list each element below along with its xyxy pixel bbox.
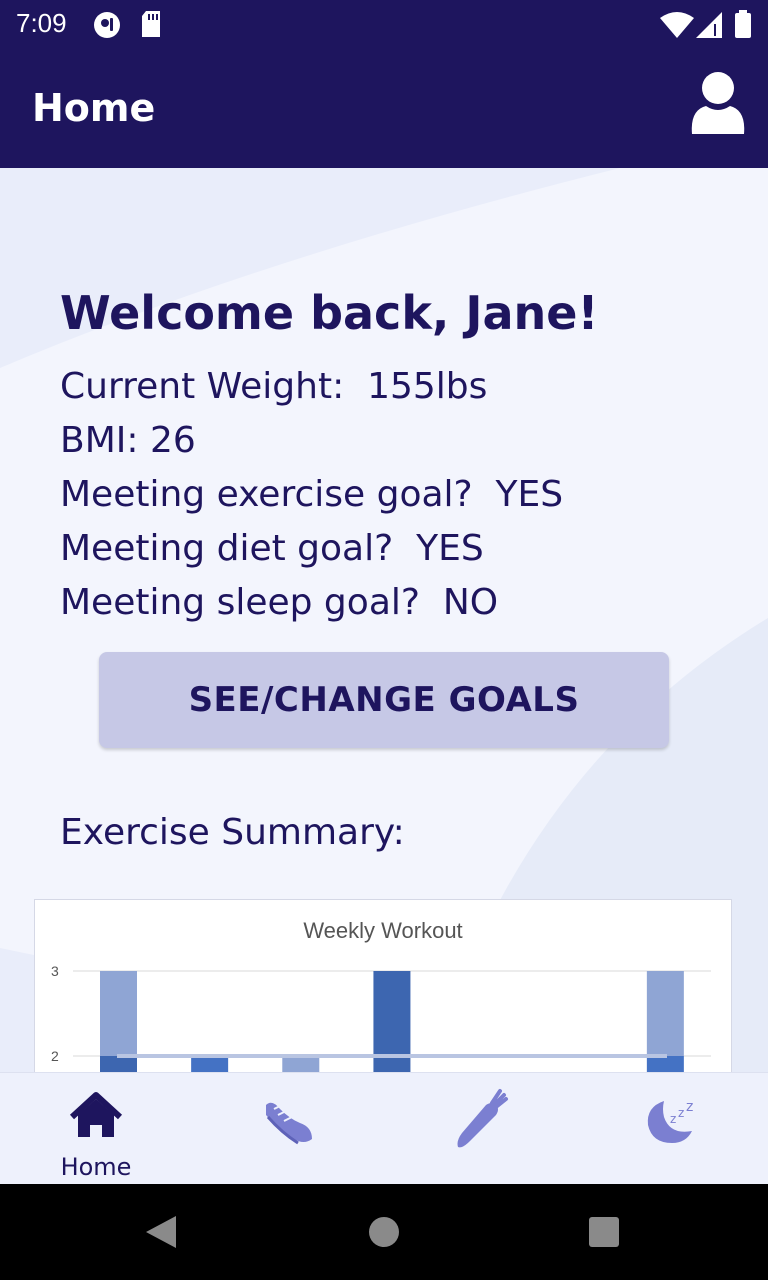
chart-plot: 32 xyxy=(51,963,711,1072)
bar-upper xyxy=(100,971,137,1056)
bottom-nav: Home z z z xyxy=(0,1072,768,1184)
y-tick-label: 3 xyxy=(51,963,59,979)
y-tick-label: 2 xyxy=(51,1048,59,1064)
bar xyxy=(282,1058,320,1072)
sd-card-icon xyxy=(140,10,162,42)
user-profile-icon[interactable] xyxy=(688,70,748,136)
current-weight-text: Current Weight: 155lbs xyxy=(60,366,488,407)
svg-text:z: z xyxy=(678,1106,684,1120)
bar-lower xyxy=(646,1056,684,1072)
running-shoe-icon xyxy=(266,1102,312,1145)
bmi-text: BMI: 26 xyxy=(60,420,196,461)
home-content[interactable]: Welcome back, Jane! Current Weight: 155l… xyxy=(0,168,768,1072)
exercise-summary-title: Exercise Summary: xyxy=(60,812,405,853)
diet-goal-text: Meeting diet goal? YES xyxy=(60,528,484,569)
podcast-app-icon xyxy=(92,10,122,44)
system-nav-bar xyxy=(0,1184,768,1280)
svg-text:z: z xyxy=(670,1112,676,1126)
bar-lower xyxy=(100,1056,137,1072)
svg-text:z: z xyxy=(686,1099,693,1115)
home-circle-icon[interactable] xyxy=(369,1217,399,1247)
welcome-heading: Welcome back, Jane! xyxy=(60,286,599,340)
nav-item-exercise[interactable] xyxy=(238,1087,338,1177)
weekly-workout-chart: Weekly Workout 32 xyxy=(34,899,732,1072)
nav-label-home: Home xyxy=(60,1153,132,1181)
bar-upper xyxy=(646,971,684,1056)
home-icon xyxy=(69,1092,123,1137)
wifi-icon xyxy=(660,12,694,42)
exercise-goal-text: Meeting exercise goal? YES xyxy=(60,474,564,515)
recents-icon[interactable] xyxy=(589,1217,619,1247)
carrot-icon xyxy=(457,1089,508,1148)
nav-item-sleep[interactable]: z z z xyxy=(620,1087,720,1177)
sleep-goal-text: Meeting sleep goal? NO xyxy=(60,582,499,623)
see-change-goals-button[interactable]: SEE/CHANGE GOALS xyxy=(99,652,669,748)
nav-item-home[interactable]: Home xyxy=(46,1087,146,1181)
bar xyxy=(191,1058,229,1072)
status-time: 7:09 xyxy=(16,8,67,38)
page-title: Home xyxy=(32,86,156,130)
back-icon[interactable] xyxy=(146,1216,176,1248)
cell-signal-icon xyxy=(696,12,722,42)
app-bar: Home xyxy=(0,48,768,168)
moon-sleep-icon: z z z xyxy=(647,1099,693,1143)
status-bar: 7:09 xyxy=(0,0,768,48)
nav-item-diet[interactable] xyxy=(430,1087,530,1177)
battery-icon xyxy=(734,10,752,42)
